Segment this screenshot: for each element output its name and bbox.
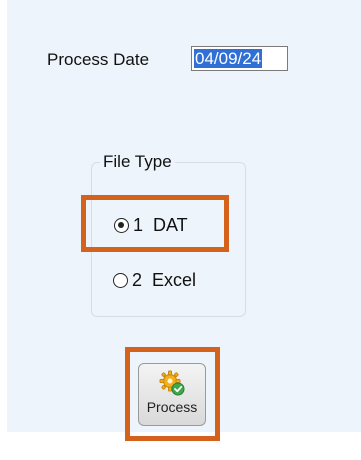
radio-option-dat[interactable]: 1 DAT xyxy=(114,215,188,236)
process-date-label: Process Date xyxy=(47,50,150,69)
radio-unchecked-icon xyxy=(113,273,128,288)
radio-checked-icon xyxy=(114,218,129,233)
process-button[interactable]: Process xyxy=(138,363,206,426)
radio-option-excel[interactable]: 2 Excel xyxy=(113,270,196,291)
gear-check-icon xyxy=(159,370,185,396)
process-button-label: Process xyxy=(146,399,198,415)
file-type-legend: File Type xyxy=(100,152,175,172)
process-date-input[interactable]: 04/09/24 xyxy=(191,46,288,71)
radio-option-excel-label: 2 Excel xyxy=(132,270,197,290)
radio-option-dat-label: 1 DAT xyxy=(133,215,188,235)
process-date-value: 04/09/24 xyxy=(194,49,263,68)
